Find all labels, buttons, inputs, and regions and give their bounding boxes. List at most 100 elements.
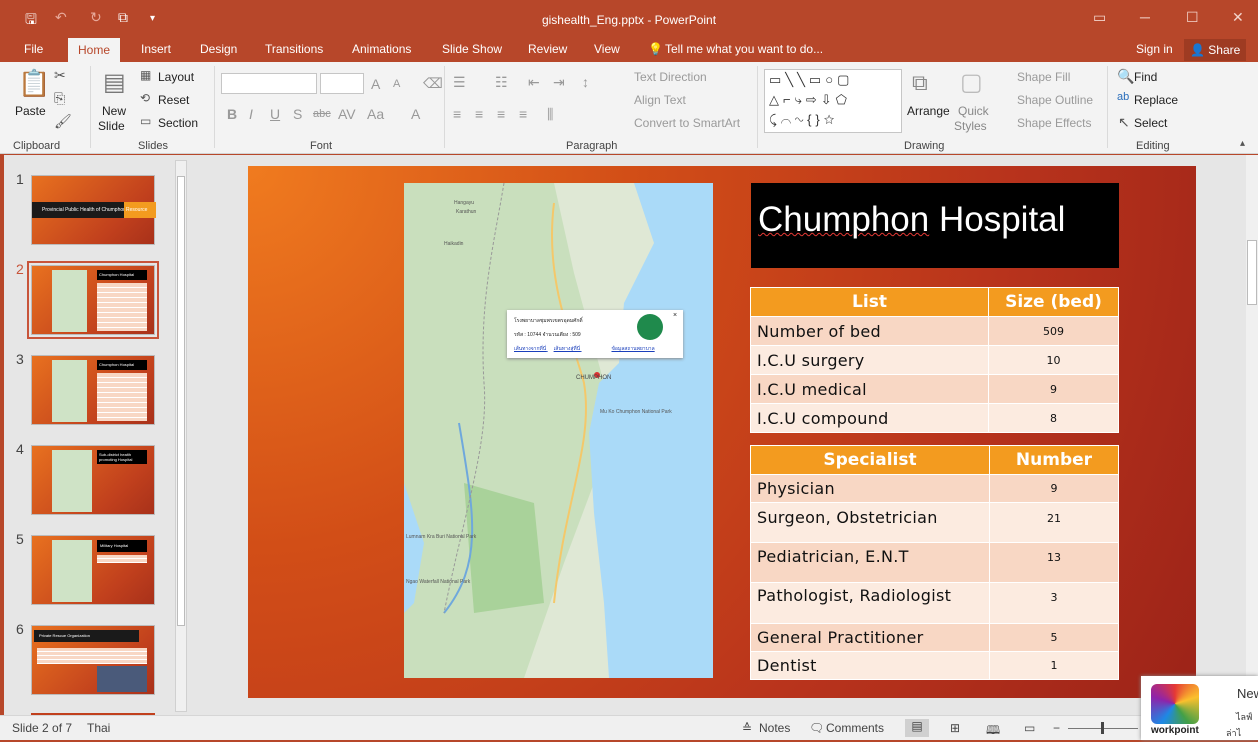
font-size-combo[interactable] bbox=[320, 73, 364, 94]
shadow-icon[interactable]: S bbox=[293, 106, 302, 122]
new-slide-label-1[interactable]: New bbox=[102, 104, 126, 118]
slide-thumbnail-6[interactable]: Private Rescue Organization bbox=[31, 625, 155, 695]
map-image[interactable]: Hangayu Karathun Haikadin CHUMPHON Mu Ko… bbox=[404, 183, 713, 678]
clear-format-icon[interactable]: ⌫ bbox=[423, 75, 443, 92]
layout-button[interactable]: Layout bbox=[158, 70, 194, 84]
zoom-out-icon[interactable]: − bbox=[1053, 721, 1060, 735]
thumb-table bbox=[97, 373, 147, 421]
notification-popup[interactable]: workpoint New ไลฟ์ ล่าไ bbox=[1141, 676, 1258, 740]
share-button[interactable]: 👤 Share bbox=[1184, 39, 1247, 61]
tab-design[interactable]: Design bbox=[200, 42, 237, 56]
person-icon: 👤 bbox=[1190, 43, 1205, 57]
strikethrough-icon[interactable]: abc bbox=[313, 108, 331, 120]
font-color-icon[interactable]: A bbox=[411, 106, 420, 122]
find-button[interactable]: Find bbox=[1134, 70, 1157, 84]
numbering-icon[interactable]: ☷ bbox=[495, 74, 508, 91]
slide-thumbnail-4[interactable]: Sub-district health promoting Hospital bbox=[31, 445, 155, 515]
shape-effects-button[interactable]: Shape Effects bbox=[1017, 116, 1092, 130]
change-case-icon[interactable]: Aa bbox=[367, 106, 384, 122]
replace-button[interactable]: Replace bbox=[1134, 93, 1178, 107]
paste-label[interactable]: Paste bbox=[15, 104, 46, 118]
tab-home[interactable]: Home bbox=[68, 38, 121, 63]
copy-icon[interactable]: ⎘ bbox=[54, 90, 65, 107]
bold-icon[interactable]: B bbox=[227, 106, 237, 122]
shrink-font-icon[interactable]: A bbox=[393, 78, 400, 90]
reading-view-icon[interactable]: 🕮 bbox=[986, 721, 1000, 742]
popup-close-icon[interactable]: × bbox=[673, 312, 677, 319]
language-indicator[interactable]: Thai bbox=[87, 721, 110, 735]
grow-font-icon[interactable]: A bbox=[371, 76, 380, 92]
bullets-icon[interactable]: ☰ bbox=[453, 74, 466, 91]
close-button[interactable]: ✕ bbox=[1232, 9, 1244, 26]
minimize-button[interactable]: ─ bbox=[1140, 9, 1150, 25]
slide-thumbnail-5[interactable]: Military Hospital bbox=[31, 535, 155, 605]
align-text-button[interactable]: Align Text bbox=[634, 93, 686, 107]
slide-thumbnail-1[interactable]: Provincial Public Health of Chumphon Res… bbox=[31, 175, 156, 245]
format-painter-icon[interactable]: 🖌 bbox=[54, 113, 72, 130]
popup-link-info[interactable]: ข้อมูลสถานพยาบาล bbox=[611, 346, 654, 352]
new-slide-label-2[interactable]: Slide bbox=[98, 119, 125, 133]
align-center-icon[interactable]: ≡ bbox=[475, 106, 483, 122]
quick-styles-label-2[interactable]: Styles bbox=[954, 119, 987, 133]
quick-styles-icon[interactable]: ▢ bbox=[960, 68, 983, 97]
tab-review[interactable]: Review bbox=[528, 42, 567, 56]
tab-view[interactable]: View bbox=[594, 42, 620, 56]
collapse-ribbon-icon[interactable]: ▴ bbox=[1240, 138, 1245, 149]
section-button[interactable]: Section bbox=[158, 116, 198, 130]
char-spacing-icon[interactable]: AV bbox=[338, 106, 356, 122]
font-name-combo[interactable] bbox=[221, 73, 317, 94]
cut-icon[interactable]: ✂ bbox=[54, 67, 66, 84]
popup-link-to[interactable]: เส้นทางสู่ที่นี่ bbox=[554, 346, 581, 352]
popup-link-from[interactable]: เส้นทางจากที่นี่ bbox=[514, 346, 546, 352]
columns-icon[interactable]: ⫼ bbox=[547, 106, 553, 123]
italic-icon[interactable]: I bbox=[249, 106, 253, 122]
scrollbar-thumb[interactable] bbox=[1247, 240, 1257, 305]
slide-thumbnail-2[interactable]: Chumphon Hospital bbox=[27, 261, 159, 339]
shape-fill-button[interactable]: Shape Fill bbox=[1017, 70, 1070, 84]
maximize-button[interactable]: ☐ bbox=[1186, 9, 1199, 26]
zoom-slider-thumb[interactable] bbox=[1101, 722, 1104, 734]
line-spacing-icon[interactable]: ↕ bbox=[582, 74, 589, 90]
align-right-icon[interactable]: ≡ bbox=[497, 106, 505, 122]
quick-styles-label-1[interactable]: Quick bbox=[958, 104, 989, 118]
ribbon-display-icon[interactable]: ▭ bbox=[1093, 9, 1106, 26]
canvas-scrollbar[interactable] bbox=[1246, 155, 1258, 715]
slides-group-label: Slides bbox=[138, 140, 168, 152]
select-button[interactable]: Select bbox=[1134, 116, 1167, 130]
arrange-button[interactable]: Arrange bbox=[907, 104, 950, 118]
tab-file[interactable]: File bbox=[24, 42, 43, 56]
shape-outline-button[interactable]: Shape Outline bbox=[1017, 93, 1093, 107]
arrange-icon[interactable]: ⧉ bbox=[912, 70, 928, 96]
tab-slide-show[interactable]: Slide Show bbox=[442, 42, 502, 56]
align-left-icon[interactable]: ≡ bbox=[453, 106, 461, 122]
shapes-gallery[interactable]: ▭╲╲▭○▢ △⌐⤷⇨⇩⬠ ⤹⌒∿{}☆ bbox=[764, 69, 902, 133]
sign-in-link[interactable]: Sign in bbox=[1136, 42, 1173, 56]
tab-animations[interactable]: Animations bbox=[352, 42, 411, 56]
section-icon: ▭ bbox=[140, 114, 152, 128]
slide-title[interactable]: Chumphon Hospital bbox=[751, 183, 1119, 268]
tell-me-input[interactable]: Tell me what you want to do... bbox=[665, 42, 823, 56]
comments-button[interactable]: Comments bbox=[826, 721, 884, 735]
underline-icon[interactable]: U bbox=[270, 106, 280, 122]
slide-thumbnail-3[interactable]: Chumphon Hospital bbox=[31, 355, 155, 425]
new-slide-icon[interactable]: ▤ bbox=[103, 68, 126, 97]
tab-transitions[interactable]: Transitions bbox=[265, 42, 323, 56]
specialist-table[interactable]: Specialist Number Physician 9 Surgeon, Ob… bbox=[750, 445, 1119, 680]
normal-view-icon[interactable]: ▤ bbox=[905, 719, 929, 737]
notification-line: ล่าไ bbox=[1226, 728, 1242, 738]
increase-indent-icon[interactable]: ⇥ bbox=[553, 74, 565, 91]
slide-sorter-icon[interactable]: ⊞ bbox=[950, 721, 960, 735]
decrease-indent-icon[interactable]: ⇤ bbox=[528, 74, 540, 91]
capacity-table[interactable]: List Size (bed) Number of bed 509 I.C.U s… bbox=[750, 287, 1119, 433]
justify-icon[interactable]: ≡ bbox=[519, 106, 527, 122]
convert-smartart-button[interactable]: Convert to SmartArt bbox=[634, 116, 740, 130]
text-direction-button[interactable]: Text Direction bbox=[634, 70, 707, 84]
scrollbar-thumb[interactable] bbox=[177, 176, 185, 626]
thumb-number: 1 bbox=[16, 171, 24, 187]
notes-button[interactable]: Notes bbox=[759, 721, 790, 735]
thumbnail-scrollbar[interactable] bbox=[175, 160, 187, 712]
paste-icon[interactable]: 📋 bbox=[18, 68, 50, 99]
reset-button[interactable]: Reset bbox=[158, 93, 189, 107]
tab-insert[interactable]: Insert bbox=[141, 42, 171, 56]
slideshow-view-icon[interactable]: ▭ bbox=[1024, 721, 1035, 735]
